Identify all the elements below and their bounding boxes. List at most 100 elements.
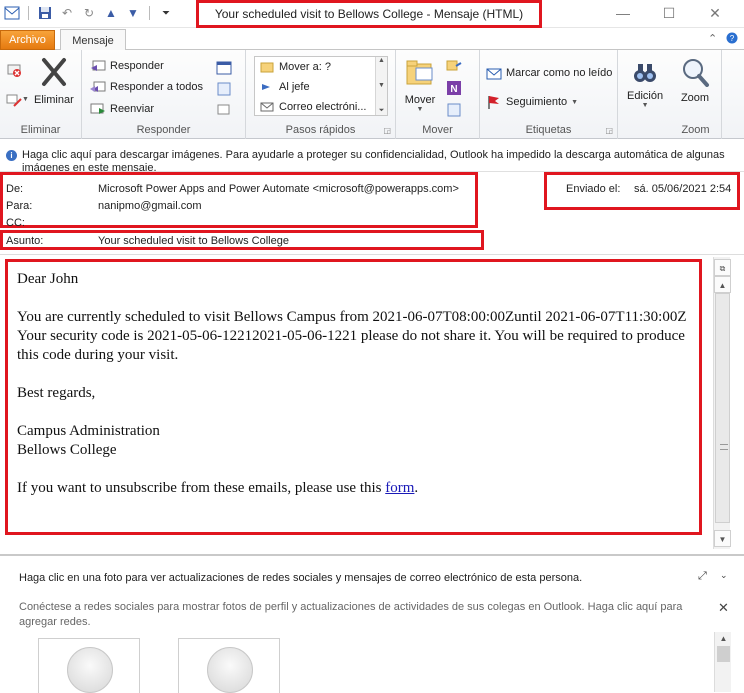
from-label: De: xyxy=(6,183,24,195)
delete-button[interactable]: Eliminar xyxy=(34,56,74,106)
to-value[interactable]: nanipmo@gmail.com xyxy=(98,200,202,212)
close-prompt-icon[interactable]: ✕ xyxy=(718,600,729,616)
im-icon[interactable] xyxy=(216,81,232,97)
group-label-responder: Responder xyxy=(136,124,191,136)
redo-icon[interactable]: ↻ xyxy=(81,5,97,21)
more-respond-icon[interactable] xyxy=(216,102,232,118)
group-zoom: Zoom Zoom xyxy=(670,50,722,139)
forward-icon xyxy=(90,101,106,117)
subject-value: Your scheduled visit to Bellows College xyxy=(98,235,289,247)
to-label: Para: xyxy=(6,200,33,212)
avatar[interactable] xyxy=(178,638,280,693)
forward-label: Reenviar xyxy=(110,103,155,115)
quick-steps-gallery: Mover a: ? Al jefe Correo electróni... ▲… xyxy=(254,56,388,116)
from-value[interactable]: Microsoft Power Apps and Power Automate … xyxy=(98,183,459,195)
body-visit-schedule: You are currently scheduled to visit Bel… xyxy=(17,309,687,325)
scroll-up-icon[interactable]: ▲ xyxy=(714,276,731,293)
help-icon[interactable]: ? xyxy=(726,32,738,47)
save-icon[interactable] xyxy=(37,5,53,21)
quick-step-team-email[interactable]: Correo electróni... xyxy=(255,97,387,117)
close-button[interactable]: ✕ xyxy=(704,4,726,22)
avatar[interactable] xyxy=(38,638,140,693)
unsubscribe-form-link[interactable]: form xyxy=(385,480,414,496)
group-eliminar: ▼ Eliminar Eliminar xyxy=(0,50,82,139)
collapse-pane-icon[interactable]: ⌄ xyxy=(720,570,728,581)
ribbon: ▼ Eliminar Eliminar Responder Responder … xyxy=(0,50,744,139)
tab-mensaje[interactable]: Mensaje xyxy=(60,29,126,51)
meeting-icon[interactable] xyxy=(216,60,232,76)
minimize-button[interactable]: — xyxy=(612,4,634,22)
chevron-down-icon: ▼ xyxy=(641,102,649,109)
quick-step-move-label: Mover a: ? xyxy=(279,61,331,73)
infobar-text: Haga clic aquí para descargar imágenes. … xyxy=(22,149,725,172)
magnifier-icon xyxy=(679,56,711,88)
outlook-app-icon[interactable] xyxy=(4,5,20,21)
ribbon-tab-strip: Archivo Mensaje ⌃ ? xyxy=(0,28,744,51)
scroll-down-icon[interactable]: ▼ xyxy=(378,82,385,89)
tab-archivo[interactable]: Archivo xyxy=(0,30,55,50)
chevron-down-icon[interactable]: ▼ xyxy=(22,96,29,103)
expand-gallery-icon[interactable]: ⏷ xyxy=(379,107,385,115)
message-header: De: Microsoft Power Apps and Power Autom… xyxy=(0,172,744,254)
people-pane: Haga clic en una foto para ver actualiza… xyxy=(0,554,744,693)
cleanup-icon[interactable] xyxy=(6,92,22,108)
scroll-down-icon[interactable]: ▼ xyxy=(714,530,731,547)
group-etiquetas: Marcar como no leído Seguimiento ▼ ◲ Eti… xyxy=(480,50,618,139)
delete-button-label: Eliminar xyxy=(34,94,74,106)
avatar-placeholder-icon xyxy=(207,647,253,693)
actions-icon[interactable] xyxy=(446,102,462,118)
social-network-prompt[interactable]: Conéctese a redes sociales para mostrar … xyxy=(19,600,709,630)
quick-step-move[interactable]: Mover a: ? xyxy=(255,57,387,77)
zoom-button[interactable]: Zoom xyxy=(679,56,711,104)
quick-steps-scroll[interactable]: ▲ ▼ ⏷ xyxy=(375,57,387,115)
reply-icon xyxy=(90,58,106,74)
down-arrow-icon[interactable]: ▼ xyxy=(125,5,141,21)
reply-all-label: Responder a todos xyxy=(110,81,203,93)
zoom-label: Zoom xyxy=(680,92,710,104)
editing-button[interactable]: Edición ▼ xyxy=(627,58,663,109)
info-icon: i xyxy=(6,150,17,161)
group-label-pasos-rapidos: Pasos rápidos xyxy=(285,124,356,136)
follow-up-button[interactable]: Seguimiento ▼ xyxy=(486,94,578,110)
forward-arrow-icon xyxy=(259,79,275,95)
up-arrow-icon[interactable]: ▲ xyxy=(103,5,119,21)
scroll-thumb[interactable] xyxy=(715,293,730,523)
move-button[interactable]: Mover ▼ xyxy=(404,56,436,113)
scroll-up-icon[interactable]: ▲ xyxy=(715,632,732,646)
quick-step-boss[interactable]: Al jefe xyxy=(255,77,387,97)
title-bar: ↶ ↻ ▲ ▼ ⏷ Your scheduled visit to Bellow… xyxy=(0,0,744,28)
scroll-up-icon[interactable]: ▲ xyxy=(378,57,385,64)
unsubscribe-end: . xyxy=(414,480,419,496)
sender-recipient-highlight xyxy=(0,172,478,228)
page-options-icon[interactable]: ⧉ xyxy=(714,259,731,276)
mark-unread-button[interactable]: Marcar como no leído xyxy=(486,65,612,81)
onenote-icon[interactable]: N xyxy=(446,80,462,96)
group-label-zoom: Zoom xyxy=(681,124,710,136)
people-pane-scrollbar[interactable]: ▲ xyxy=(714,632,731,692)
body-scrollbar[interactable]: ⧉ ▲ ▼ xyxy=(713,257,731,549)
binoculars-icon xyxy=(629,58,661,90)
minimize-ribbon-icon[interactable]: ⌃ xyxy=(708,32,717,45)
people-pane-hint[interactable]: Haga clic en una foto para ver actualiza… xyxy=(19,572,582,584)
body-signature-line2: Bellows College xyxy=(17,442,117,458)
rules-icon[interactable] xyxy=(446,58,462,74)
customize-qat-icon[interactable]: ⏷ xyxy=(158,5,174,21)
reply-button[interactable]: Responder xyxy=(90,58,164,74)
forward-button[interactable]: Reenviar xyxy=(90,101,154,117)
move-button-label: Mover xyxy=(404,94,436,106)
folder-arrow-icon xyxy=(259,59,275,75)
scroll-thumb[interactable] xyxy=(717,646,730,662)
undo-icon[interactable]: ↶ xyxy=(59,5,75,21)
body-regards: Best regards, xyxy=(17,385,96,401)
unsubscribe-text: If you want to unsubscribe from these em… xyxy=(17,480,382,496)
ignore-icon[interactable] xyxy=(6,62,22,78)
image-blocked-infobar[interactable]: i Haga clic aquí para descargar imágenes… xyxy=(0,140,744,172)
svg-text:?: ? xyxy=(730,34,735,43)
maximize-button[interactable]: ☐ xyxy=(658,4,680,22)
reply-all-button[interactable]: Responder a todos xyxy=(90,79,203,95)
group-mover: Mover ▼ N Mover xyxy=(396,50,480,139)
editing-label: Edición xyxy=(627,90,664,102)
expand-pane-icon[interactable]: ⤢ xyxy=(698,570,707,583)
body-signature-line1: Campus Administration xyxy=(17,423,160,439)
group-responder: Responder Responder a todos Reenviar Res… xyxy=(82,50,246,139)
